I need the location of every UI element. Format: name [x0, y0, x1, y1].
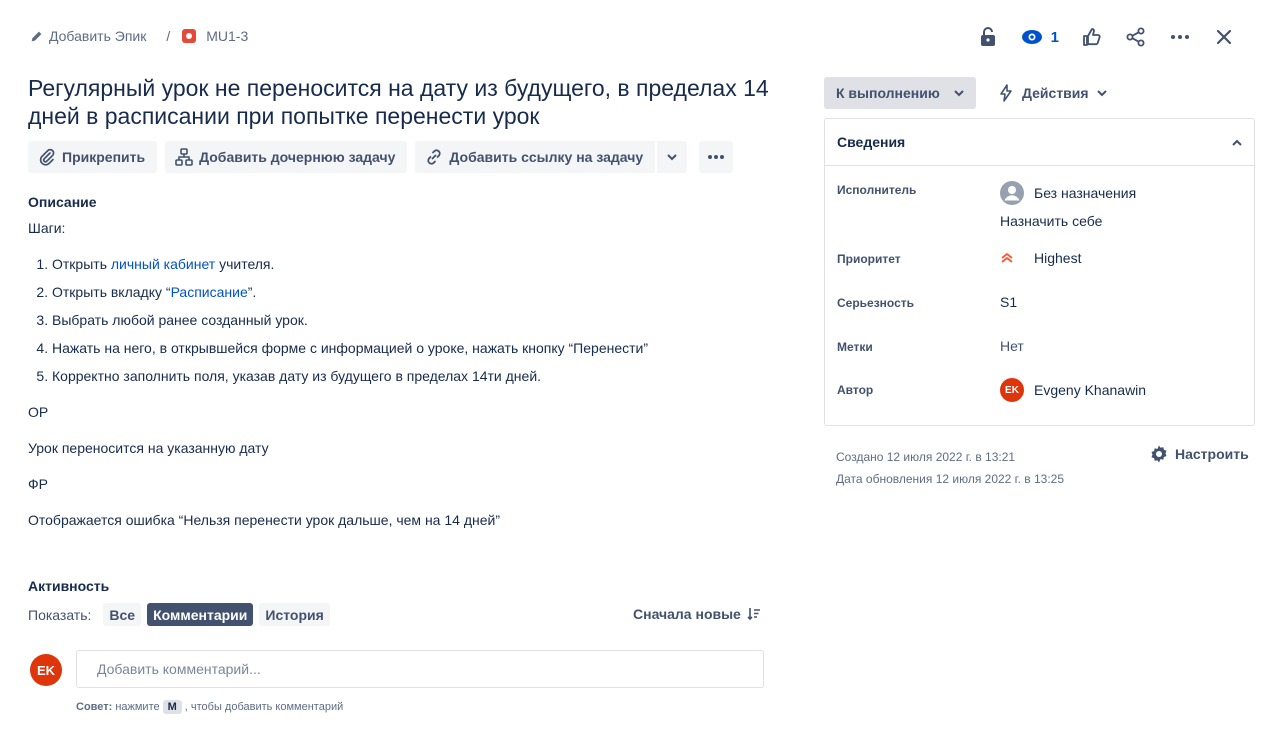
- comment-tip: Совет: нажмите M , чтобы добавить коммен…: [76, 700, 344, 714]
- issue-header-actions: 1: [977, 24, 1235, 50]
- attach-button[interactable]: Прикрепить: [28, 141, 158, 173]
- sort-button[interactable]: Сначала новые: [633, 606, 761, 622]
- activity-filter: Показать: Все Комментарии История: [28, 603, 330, 626]
- reporter-avatar: EK: [1000, 378, 1024, 402]
- add-epic-link[interactable]: Добавить Эпик: [30, 28, 146, 44]
- actions-button[interactable]: Действия: [998, 77, 1107, 109]
- comment-input[interactable]: Добавить комментарий...: [76, 650, 764, 688]
- breadcrumb: Добавить Эпик / MU1-3: [30, 28, 248, 44]
- issue-dates: Создано 12 июля 2022 г. в 13:21 Дата обн…: [836, 446, 1064, 490]
- chevron-down-icon: [1096, 89, 1107, 96]
- labels-value[interactable]: Нет: [1000, 338, 1024, 354]
- lightning-icon: [1000, 84, 1012, 102]
- actual-result: Отображается ошибка “Нельзя перенести ур…: [28, 512, 500, 528]
- reporter-field: Автор EK Evgeny Khanawin: [837, 378, 1242, 402]
- gear-icon: [1151, 445, 1167, 463]
- show-label: Показать:: [28, 606, 92, 623]
- pencil-icon: [31, 31, 42, 41]
- priority-value: Highest: [1034, 250, 1082, 266]
- thumbs-up-icon[interactable]: [1081, 24, 1103, 50]
- description-heading: Описание: [28, 194, 97, 210]
- filter-history[interactable]: История: [259, 603, 330, 626]
- watchers-count: 1: [1050, 28, 1059, 46]
- created-date: Создано 12 июля 2022 г. в 13:21: [836, 450, 1016, 464]
- list-item: Открыть личный кабинет учителя.: [52, 250, 648, 278]
- more-icon[interactable]: [1169, 24, 1191, 50]
- status-button[interactable]: К выполнению: [824, 77, 976, 109]
- list-item: Нажать на него, в открывшейся форме с ин…: [52, 334, 648, 362]
- lock-icon[interactable]: [977, 24, 999, 50]
- steps-label: Шаги:: [28, 220, 66, 236]
- chevron-up-icon: [1232, 139, 1242, 146]
- configure-button[interactable]: Настроить: [1149, 444, 1249, 464]
- filter-comments[interactable]: Комментарии: [147, 603, 254, 626]
- filter-all[interactable]: Все: [103, 603, 142, 626]
- updated-date: Дата обновления 12 июля 2022 г. в 13:25: [836, 472, 1064, 486]
- steps-list: Открыть личный кабинет учителя. Открыть …: [28, 250, 648, 390]
- chevron-down-icon: [954, 89, 964, 96]
- share-icon[interactable]: [1125, 24, 1147, 50]
- assignee-field: Исполнитель Без назначения Назначить себ…: [837, 181, 1137, 229]
- labels-field: Метки Нет: [837, 338, 1024, 354]
- issue-toolbar: Прикрепить Добавить дочернюю задачу Доба…: [28, 141, 734, 173]
- list-item: Корректно заполнить поля, указав дату из…: [52, 362, 648, 390]
- link-icon: [427, 149, 441, 165]
- expected-result: Урок переносится на указанную дату: [28, 440, 269, 456]
- details-panel: Сведения Исполнитель Без назначения Назн…: [824, 118, 1255, 426]
- schedule-link[interactable]: Расписание: [171, 284, 248, 300]
- assignee-value[interactable]: Без назначения: [1034, 185, 1136, 201]
- add-link-dropdown[interactable]: [655, 141, 688, 173]
- eye-icon: [1021, 30, 1042, 44]
- hierarchy-icon: [175, 148, 193, 166]
- keyboard-key: M: [162, 700, 182, 714]
- paperclip-icon: [39, 148, 55, 166]
- add-child-issue-button[interactable]: Добавить дочернюю задачу: [165, 141, 408, 173]
- sort-icon: [747, 608, 760, 621]
- watch-button[interactable]: 1: [1021, 29, 1059, 46]
- more-icon: [708, 155, 725, 159]
- assign-to-me-link[interactable]: Назначить себе: [1000, 213, 1136, 229]
- close-icon[interactable]: [1213, 24, 1235, 50]
- issue-key-link[interactable]: MU1-3: [182, 28, 248, 44]
- details-header[interactable]: Сведения: [825, 119, 1254, 166]
- issue-title[interactable]: Регулярный урок не переносится на дату и…: [28, 74, 798, 130]
- expected-label: ОР: [28, 404, 49, 420]
- bug-icon: [182, 29, 197, 43]
- priority-field: Приоритет Highest: [837, 250, 1082, 266]
- reporter-value: Evgeny Khanawin: [1034, 382, 1147, 398]
- activity-heading: Активность: [28, 578, 110, 594]
- breadcrumb-separator: /: [166, 28, 171, 44]
- more-toolbar-button[interactable]: [699, 141, 734, 173]
- personal-account-link[interactable]: личный кабинет: [111, 256, 215, 272]
- severity-field: Серьезность S1: [837, 294, 1018, 310]
- add-issue-link-button[interactable]: Добавить ссылку на задачу: [415, 141, 656, 173]
- actual-label: ФР: [28, 476, 48, 492]
- list-item: Выбрать любой ранее созданный урок.: [52, 306, 648, 334]
- severity-value[interactable]: S1: [1000, 294, 1017, 310]
- list-item: Открыть вкладку “Расписание”.: [52, 278, 648, 306]
- chevron-down-icon: [667, 153, 677, 160]
- highest-priority-icon: [1001, 253, 1013, 263]
- user-avatar-icon: [1000, 181, 1024, 205]
- avatar: EK: [30, 654, 62, 686]
